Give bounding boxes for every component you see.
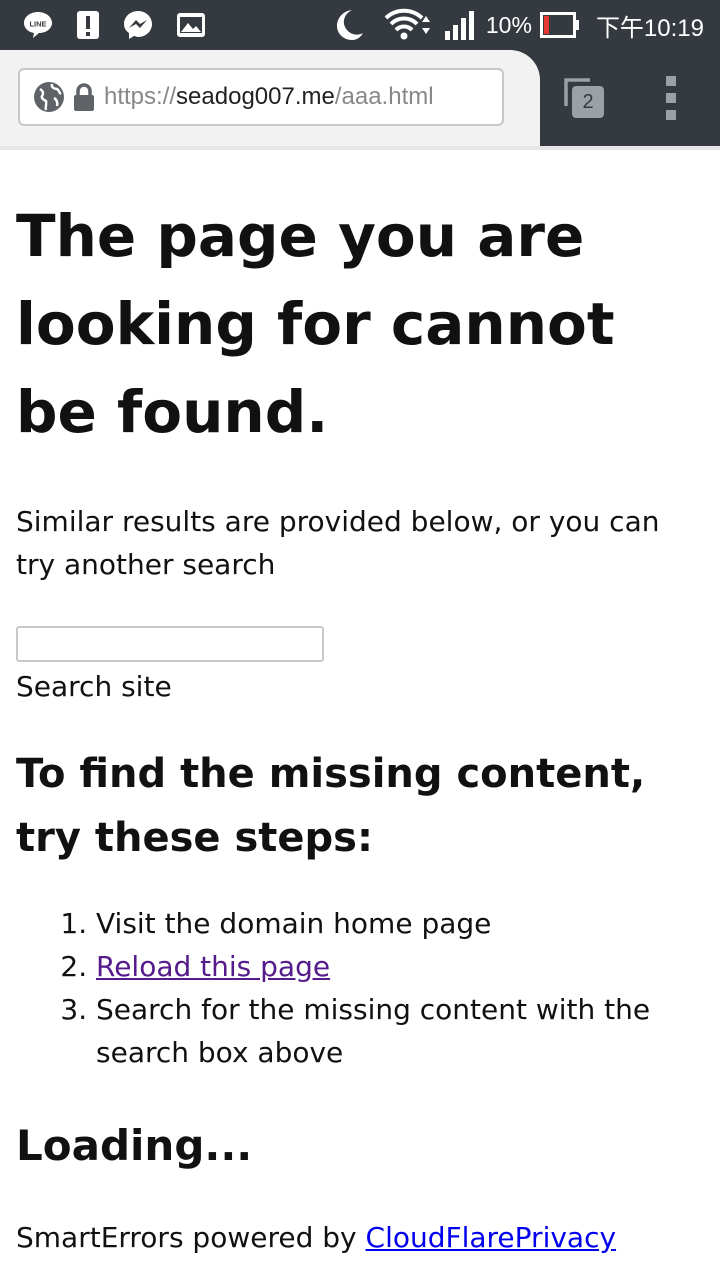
menu-dot-icon — [666, 93, 676, 103]
menu-dot-icon — [666, 76, 676, 86]
url-scheme: https:// — [104, 83, 177, 110]
messenger-icon — [122, 9, 154, 41]
wifi-icon — [384, 8, 434, 42]
line-icon: LINE — [22, 9, 54, 41]
steps-heading: To find the missing content, try these s… — [16, 751, 646, 861]
page-content: The page you are looking for cannot be f… — [16, 150, 706, 1259]
search-label: Search site — [16, 670, 172, 703]
url-path: /aaa.html — [334, 83, 434, 110]
footer-prefix: SmartErrors powered by — [16, 1221, 366, 1254]
list-item: Visit the domain home page — [96, 902, 706, 945]
battery-icon — [539, 12, 580, 38]
url-text: https://seadog007.me/aaa.html — [104, 83, 434, 111]
reload-page-link[interactable]: Reload this page — [96, 950, 330, 983]
intro-text: Similar results are provided below, or y… — [16, 505, 660, 581]
line-icon-label: LINE — [29, 20, 46, 29]
address-bar[interactable]: https://seadog007.me/aaa.html — [18, 68, 504, 126]
url-host: seadog007.me — [176, 83, 335, 110]
cloudflare-privacy-link[interactable]: CloudFlarePrivacy — [366, 1221, 617, 1254]
footer-text: SmartErrors powered by CloudFlarePrivacy — [16, 1216, 706, 1259]
search-input[interactable] — [16, 626, 324, 662]
signal-icon — [444, 9, 476, 41]
globe-icon — [32, 80, 66, 114]
overflow-menu-button[interactable] — [660, 74, 684, 122]
browser-toolbar: https://seadog007.me/aaa.html 2 — [0, 50, 720, 146]
moon-icon — [332, 8, 364, 42]
alert-icon — [76, 9, 100, 41]
loading-heading: Loading... — [16, 1121, 253, 1170]
page-title: The page you are looking for cannot be f… — [16, 202, 615, 446]
gallery-icon — [176, 12, 206, 38]
steps-list: Visit the domain home page Reload this p… — [16, 902, 706, 1074]
system-icons: 10% 下午10:19 — [332, 0, 704, 50]
lock-icon — [72, 82, 96, 112]
menu-dot-icon — [666, 110, 676, 120]
list-item: Search for the missing content with the … — [96, 988, 706, 1074]
battery-percentage: 10% — [485, 11, 532, 38]
tab-count: 2 — [582, 91, 594, 113]
tab-switcher-button[interactable]: 2 — [562, 76, 606, 120]
clock: 下午10:19 — [595, 14, 704, 42]
status-bar: LINE 10% 下午10:19 — [0, 0, 720, 50]
list-item: Reload this page — [96, 945, 706, 988]
notification-icons: LINE — [22, 0, 206, 50]
